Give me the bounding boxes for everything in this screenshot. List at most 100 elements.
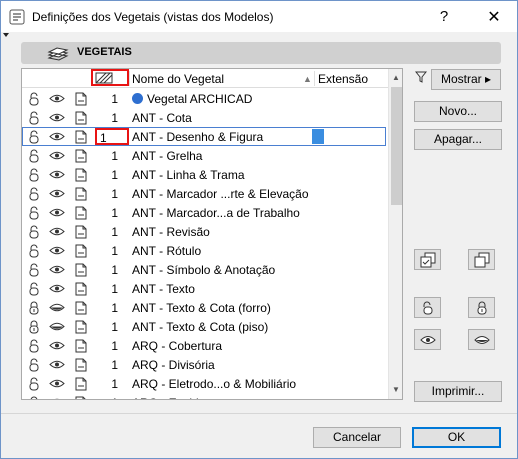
vegetal-name[interactable]: ANT - Marcador...a de Trabalho [132, 206, 300, 220]
document-icon[interactable] [73, 319, 89, 334]
closed-eye-icon[interactable] [49, 300, 65, 315]
eye-icon[interactable] [49, 262, 65, 277]
list-item[interactable]: 1 Vegetal ARCHICAD [22, 89, 388, 108]
eye-icon[interactable] [49, 186, 65, 201]
pen-number[interactable]: 1 [108, 358, 118, 372]
pen-number[interactable]: 1 [108, 225, 118, 239]
pen-number[interactable]: 1 [108, 282, 118, 296]
pen-number[interactable]: 1 [108, 244, 118, 258]
copy-settings-button[interactable] [414, 249, 441, 270]
close-button[interactable]: ✕ [471, 1, 517, 32]
pen-number[interactable]: 1 [108, 377, 118, 391]
vegetal-name[interactable]: Vegetal ARCHICAD [132, 92, 252, 106]
unlock-icon[interactable] [26, 148, 42, 163]
document-icon[interactable] [73, 338, 89, 353]
scroll-thumb[interactable] [391, 87, 402, 205]
list-item[interactable]: 1 ANT - Marcador...a de Trabalho [22, 203, 388, 222]
show-button[interactable]: Mostrar ▸ [431, 69, 501, 90]
eye-icon[interactable] [49, 281, 65, 296]
list-item[interactable]: 1 ANT - Linha & Trama [22, 165, 388, 184]
vegetal-name[interactable]: ANT - Grelha [132, 149, 202, 163]
eye-icon[interactable] [49, 243, 65, 258]
column-extension-header[interactable]: Extensão [318, 72, 368, 86]
pen-number[interactable]: 1 [108, 187, 118, 201]
unlock-icon[interactable] [26, 167, 42, 182]
vegetal-name[interactable]: ANT - Texto & Cota (forro) [132, 301, 271, 315]
pen-number[interactable]: 1 [108, 396, 118, 399]
unlock-icon[interactable] [26, 395, 42, 399]
list-item[interactable]: 1 ANT - Texto & Cota (forro) [22, 298, 388, 317]
eye-icon[interactable] [49, 395, 65, 399]
vegetal-name[interactable]: ANT - Texto & Cota (piso) [132, 320, 268, 334]
pen-number[interactable]: 1 [108, 111, 118, 125]
unlock-icon[interactable] [26, 186, 42, 201]
cancel-button[interactable]: Cancelar [313, 427, 401, 448]
list-item[interactable]: 1 ANT - Marcador ...rte & Elevação [22, 184, 388, 203]
document-icon[interactable] [73, 300, 89, 315]
lock-icon[interactable] [26, 300, 42, 315]
vegetal-list[interactable]: Nome do Vegetal ▲ Extensão 1 Vegetal ARCH… [21, 68, 403, 400]
new-button[interactable]: Novo... [414, 101, 502, 122]
collapse-arrow-icon[interactable] [3, 33, 9, 37]
unlock-icon[interactable] [26, 205, 42, 220]
document-icon[interactable] [73, 281, 89, 296]
vegetal-name[interactable]: ARQ - Enchimento [132, 396, 232, 399]
extension-cell-selected[interactable] [312, 129, 324, 144]
lock-icon[interactable] [26, 319, 42, 334]
document-icon[interactable] [73, 205, 89, 220]
pen-number-input[interactable]: 1 [95, 128, 129, 145]
pen-number[interactable]: 1 [108, 301, 118, 315]
list-item[interactable]: 1 ANT - Rótulo [22, 241, 388, 260]
list-item[interactable]: 1 ANT - Símbolo & Anotação [22, 260, 388, 279]
list-item[interactable]: 1 ANT - Texto & Cota (piso) [22, 317, 388, 336]
vegetal-name[interactable]: ARQ - Cobertura [132, 339, 222, 353]
vegetal-name[interactable]: ANT - Revisão [132, 225, 210, 239]
unlock-icon[interactable] [26, 376, 42, 391]
unlock-icon[interactable] [26, 110, 42, 125]
scroll-down-icon[interactable]: ▼ [392, 385, 400, 394]
delete-button[interactable]: Apagar... [414, 129, 502, 150]
closed-eye-icon[interactable] [49, 319, 65, 334]
vegetal-name[interactable]: ANT - Texto [132, 282, 195, 296]
pen-number[interactable]: 1 [108, 206, 118, 220]
filter-icon[interactable] [415, 71, 427, 83]
column-name-header[interactable]: Nome do Vegetal [132, 72, 224, 86]
list-item[interactable]: 1 ARQ - Eletrodo...o & Mobiliário [22, 374, 388, 393]
pen-column-icon[interactable] [95, 71, 113, 85]
document-icon[interactable] [73, 243, 89, 258]
unlock-icon[interactable] [26, 224, 42, 239]
vertical-scrollbar[interactable]: ▲ ▼ [388, 69, 402, 399]
vegetal-name[interactable]: ARQ - Eletrodo...o & Mobiliário [132, 377, 296, 391]
list-item[interactable]: 1 ANT - Cota [22, 108, 388, 127]
vegetal-name[interactable]: ANT - Linha & Trama [132, 168, 245, 182]
eye-icon[interactable] [49, 357, 65, 372]
list-item[interactable]: 1 ANT - Desenho & Figura [22, 127, 388, 146]
document-icon[interactable] [73, 376, 89, 391]
list-item[interactable]: 1 ANT - Grelha [22, 146, 388, 165]
unlock-icon[interactable] [26, 357, 42, 372]
vegetal-name[interactable]: ANT - Desenho & Figura [132, 130, 263, 144]
eye-icon[interactable] [49, 224, 65, 239]
list-item[interactable]: 1 ANT - Revisão [22, 222, 388, 241]
pen-number[interactable]: 1 [108, 92, 118, 106]
scroll-up-icon[interactable]: ▲ [392, 73, 400, 82]
eye-icon[interactable] [49, 110, 65, 125]
paste-settings-button[interactable] [468, 249, 495, 270]
eye-icon[interactable] [49, 167, 65, 182]
document-icon[interactable] [73, 110, 89, 125]
help-button[interactable]: ? [421, 1, 467, 32]
list-item[interactable]: 1 ARQ - Divisória [22, 355, 388, 374]
ok-button[interactable]: OK [412, 427, 501, 448]
pen-number[interactable]: 1 [108, 320, 118, 334]
show-layer-button[interactable] [414, 329, 441, 350]
document-icon[interactable] [73, 91, 89, 106]
lock-button[interactable] [468, 297, 495, 318]
pen-number[interactable]: 1 [108, 339, 118, 353]
print-button[interactable]: Imprimir... [414, 381, 502, 402]
vegetal-name[interactable]: ANT - Símbolo & Anotação [132, 263, 275, 277]
vegetal-name[interactable]: ANT - Rótulo [132, 244, 201, 258]
unlock-icon[interactable] [26, 91, 42, 106]
unlock-icon[interactable] [26, 262, 42, 277]
pen-number[interactable]: 1 [108, 263, 118, 277]
vegetal-name[interactable]: ANT - Marcador ...rte & Elevação [132, 187, 309, 201]
